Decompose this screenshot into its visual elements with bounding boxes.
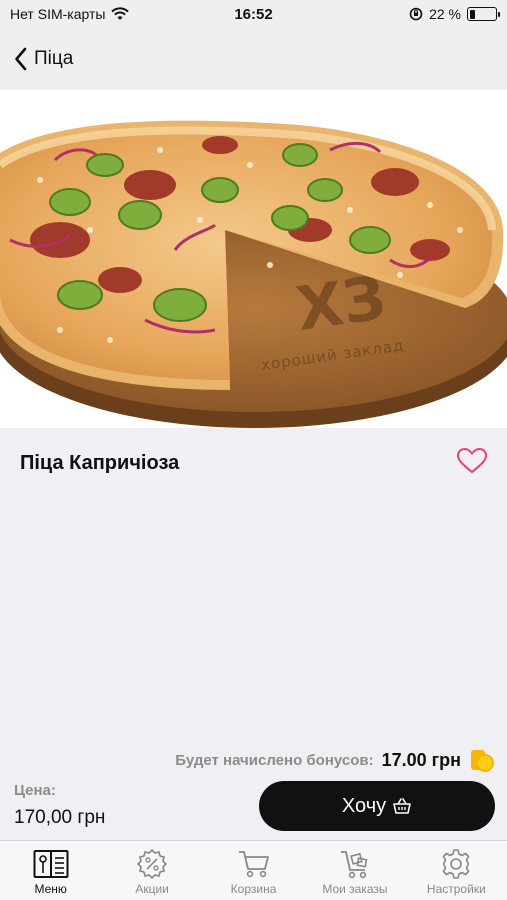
bonus-row: Будет начислено бонусов: 17.00 грн	[0, 742, 507, 778]
cart-icon	[238, 851, 269, 878]
pizza-image: ХЗ хороший заклад	[0, 90, 507, 428]
wifi-icon	[111, 7, 130, 20]
favorite-button[interactable]	[456, 447, 488, 479]
back-button[interactable]: Піца	[14, 47, 73, 71]
want-button[interactable]: Хочу	[259, 781, 495, 831]
orders-cart-icon	[340, 851, 368, 879]
heart-icon	[456, 447, 488, 473]
status-bar: Нет SIM-карты 16:52 22 %	[0, 0, 507, 28]
product-title: Піца Капричіоза	[20, 451, 180, 474]
battery-percent: 22 %	[429, 6, 461, 22]
tab-label-cart: Корзина	[230, 882, 277, 896]
status-right: 22 %	[409, 6, 500, 22]
product-title-row: Піца Капричіоза	[0, 428, 507, 498]
carrier-label: Нет SIM-карты	[10, 6, 106, 22]
battery-fill	[469, 9, 475, 19]
bonus-label: Будет начислено бонусов:	[175, 751, 374, 769]
product-image: ХЗ хороший заклад	[0, 90, 507, 428]
status-left: Нет SIM-карты	[10, 6, 409, 22]
nav-bar: Піца	[0, 28, 507, 90]
tab-settings[interactable]: Настройки	[406, 841, 507, 900]
discount-icon	[137, 849, 168, 879]
back-label: Піца	[34, 48, 74, 69]
coins-icon	[471, 750, 494, 772]
tab-promotions[interactable]: Акции	[101, 841, 202, 900]
tab-label-promotions: Акции	[135, 882, 169, 896]
tab-bar: Меню Акции Корзина Мои заказы Настройки	[0, 840, 507, 900]
price-value: 170,00 грн	[14, 807, 106, 828]
price-block: Цена: 170,00 грн	[14, 782, 105, 829]
bonus-value: 17.00 грн	[381, 749, 461, 770]
menu-book-icon	[33, 850, 69, 878]
battery-icon	[467, 7, 500, 21]
chevron-left-icon	[15, 47, 27, 71]
tab-cart[interactable]: Корзина	[203, 841, 304, 900]
gear-icon	[443, 849, 470, 879]
tab-label-menu: Меню	[34, 882, 67, 896]
tab-label-settings: Настройки	[426, 882, 486, 896]
price-label: Цена:	[14, 782, 56, 799]
basket-icon	[393, 798, 411, 814]
orientation-lock-icon	[409, 7, 423, 21]
tab-menu[interactable]: Меню	[0, 841, 101, 900]
want-button-label: Хочу	[341, 794, 387, 817]
tab-orders[interactable]: Мои заказы	[304, 841, 405, 900]
tab-label-orders: Мои заказы	[322, 882, 388, 896]
